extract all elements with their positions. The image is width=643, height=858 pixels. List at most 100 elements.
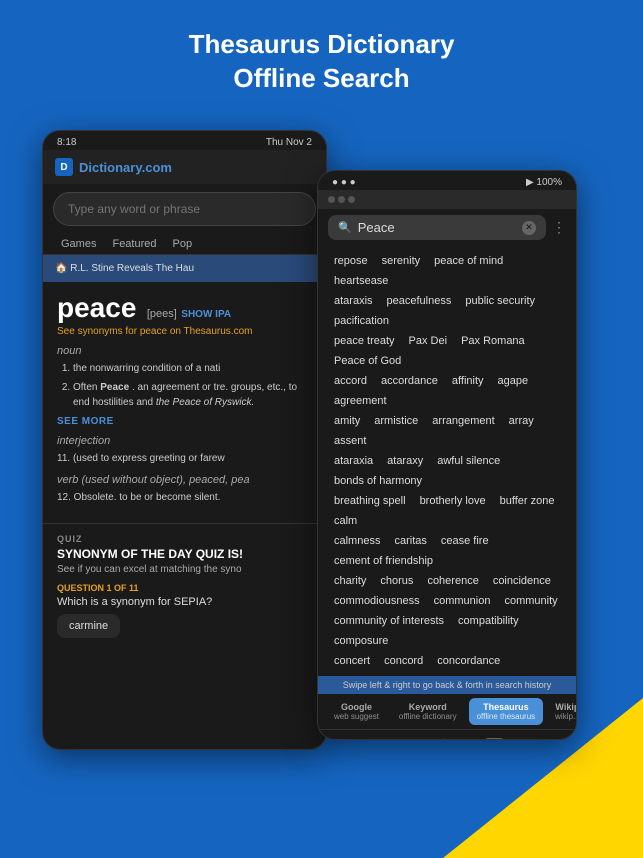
dict-banner[interactable]: 🏠 R.L. Stine Reveals The Hau: [43, 255, 326, 282]
thes-word-row: amityarmisticearrangementarray assent: [328, 412, 566, 450]
thes-word[interactable]: peace of mind: [428, 252, 509, 270]
thes-word[interactable]: concord: [378, 652, 429, 670]
thes-word[interactable]: community: [498, 592, 563, 610]
thes-word[interactable]: concordance: [431, 652, 506, 670]
thes-search-row[interactable]: 🔍 Peace ✕ ⋮: [318, 209, 576, 246]
source-tab-keyword[interactable]: Keywordoffline dictionary: [391, 698, 465, 725]
status-date-left: Thu Nov 2: [266, 137, 312, 148]
source-tab-google[interactable]: Googleweb suggest: [326, 698, 387, 725]
thes-word[interactable]: Peace of God: [328, 352, 407, 370]
thes-word-row: accordaccordanceaffinityagape agreement: [328, 372, 566, 410]
thes-word[interactable]: peacefulness: [381, 292, 458, 310]
thes-word[interactable]: buffer zone: [494, 492, 561, 510]
thes-word[interactable]: cease fire: [435, 532, 495, 550]
source-tab-label: Google: [334, 702, 379, 712]
thes-results[interactable]: reposeserenitypeace of mind heartsease ata…: [318, 246, 576, 676]
thes-word[interactable]: agreement: [328, 392, 393, 410]
thes-word[interactable]: ataraxy: [381, 452, 429, 470]
thes-search-box[interactable]: 🔍 Peace ✕: [328, 215, 546, 240]
thes-word-row: breathing spellbrotherly lovebuffer zone…: [328, 492, 566, 530]
thes-word[interactable]: arrangement: [426, 412, 500, 430]
thes-word[interactable]: compatibility: [452, 612, 525, 630]
thes-options-button[interactable]: ⋮: [552, 219, 566, 236]
thes-word-row: community of interestscompatibility compo…: [328, 612, 566, 650]
thes-status-bar: ● ● ● ▶ 100%: [318, 171, 576, 190]
nav-games[interactable]: Games: [53, 234, 104, 254]
thes-word[interactable]: accordance: [375, 372, 444, 390]
dict-search-bar[interactable]: [53, 192, 316, 226]
thes-bottom-icons: ⊙ 📖 🔍 ⬜ ☰: [318, 729, 576, 740]
pages-icon[interactable]: ⬜: [483, 736, 507, 740]
synonyms-link[interactable]: See synonyms for peace on Thesaurus.com: [57, 326, 312, 337]
thes-word[interactable]: coincidence: [487, 572, 557, 590]
thes-word[interactable]: repose: [328, 252, 374, 270]
thes-word[interactable]: coherence: [421, 572, 484, 590]
quiz-answer[interactable]: carmine: [57, 614, 120, 638]
thes-word[interactable]: accord: [328, 372, 373, 390]
dict-header: D Dictionary.com: [43, 150, 326, 184]
book-icon[interactable]: 📖: [387, 736, 411, 740]
thes-word[interactable]: concert: [328, 652, 376, 670]
source-tab-label: Keyword: [399, 702, 457, 712]
thes-word[interactable]: armistice: [368, 412, 424, 430]
thes-hint-bar: Swipe left & right to go back & forth in…: [318, 676, 576, 694]
thes-word[interactable]: bonds of harmony: [328, 472, 428, 490]
dict-search-input[interactable]: [68, 202, 301, 216]
source-tab-wikip[interactable]: Wikipwikip...: [547, 698, 576, 725]
thes-word[interactable]: Pax Dei: [403, 332, 454, 350]
thes-word[interactable]: conformance: [328, 672, 404, 676]
thes-status-time: ● ● ●: [332, 177, 356, 188]
thes-status-battery: ▶ 100%: [526, 177, 562, 188]
thes-word[interactable]: pacification: [328, 312, 395, 330]
source-tab-sub: offline dictionary: [399, 712, 457, 721]
see-more-link[interactable]: SEE MORE: [57, 416, 312, 427]
thes-word[interactable]: ataraxia: [328, 452, 379, 470]
thes-search-clear[interactable]: ✕: [522, 221, 536, 235]
thes-word[interactable]: awful silence: [431, 452, 506, 470]
thes-word[interactable]: serenity: [376, 252, 427, 270]
nav-featured[interactable]: Featured: [104, 234, 164, 254]
source-tab-thesaurus[interactable]: Thesaurusoffline thesaurus: [469, 698, 544, 725]
thes-search-icon: 🔍: [338, 221, 352, 234]
thes-word[interactable]: breathing spell: [328, 492, 412, 510]
thes-word[interactable]: heartsease: [328, 272, 394, 290]
thes-word[interactable]: community of interests: [328, 612, 450, 630]
thes-word[interactable]: commodiousness: [328, 592, 426, 610]
quiz-question: Which is a synonym for SEPIA?: [57, 596, 312, 608]
dict-banner-text: 🏠 R.L. Stine Reveals The Hau: [55, 263, 194, 274]
thes-word[interactable]: array: [503, 412, 540, 430]
thes-word[interactable]: amity: [328, 412, 366, 430]
def-interjection: 11. (used to express greeting or farew: [57, 451, 312, 466]
quiz-subtitle: See if you can excel at matching the syn…: [57, 564, 312, 575]
thes-word[interactable]: Pax Romana: [455, 332, 531, 350]
question-label: QUESTION 1 OF 11: [57, 583, 312, 593]
thes-word[interactable]: caritas: [388, 532, 432, 550]
thes-word[interactable]: affinity: [446, 372, 490, 390]
thes-word[interactable]: calm: [328, 512, 363, 530]
thes-word[interactable]: calmness: [328, 532, 386, 550]
thes-word[interactable]: peace treaty: [328, 332, 401, 350]
search-icon[interactable]: 🔍: [435, 736, 459, 740]
dict-nav: Games Featured Pop: [43, 234, 326, 255]
thes-word[interactable]: assent: [328, 432, 372, 450]
thes-word[interactable]: chorus: [374, 572, 419, 590]
thes-word[interactable]: brotherly love: [414, 492, 492, 510]
dict-logo: D: [55, 158, 73, 176]
source-tab-sub: wikip...: [555, 712, 576, 721]
list-icon[interactable]: ☰: [530, 736, 554, 740]
nav-pop[interactable]: Pop: [165, 234, 201, 254]
thes-word[interactable]: agape: [492, 372, 535, 390]
thes-word[interactable]: composure: [328, 632, 394, 650]
status-bar-left: 8:18 Thu Nov 2: [43, 131, 326, 150]
thes-word[interactable]: public security: [459, 292, 541, 310]
thes-word[interactable]: communion: [428, 592, 497, 610]
thes-word[interactable]: ataraxis: [328, 292, 379, 310]
thes-browser-header: [318, 190, 576, 209]
thes-word[interactable]: cement of friendship: [328, 552, 439, 570]
dict-word: peace: [57, 292, 136, 323]
browser-dot-3: [348, 196, 355, 203]
show-ipa-button[interactable]: SHOW IPA: [181, 309, 231, 320]
quiz-title[interactable]: SYNONYM OF THE DAY QUIZ IS!: [57, 547, 312, 561]
thes-word[interactable]: charity: [328, 572, 372, 590]
compass-icon[interactable]: ⊙: [340, 736, 364, 740]
